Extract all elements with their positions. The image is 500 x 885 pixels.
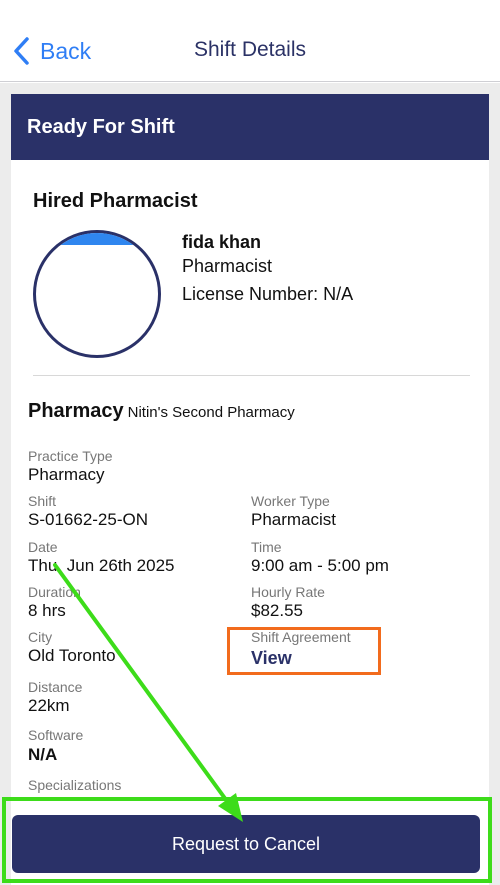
- pharmacy-heading: Pharmacy Nitin's Second Pharmacy: [28, 400, 295, 423]
- highlight-box: [227, 627, 381, 675]
- pharmacy-name: Nitin's Second Pharmacy: [127, 404, 295, 421]
- worker-type-value: Pharmacist: [251, 510, 337, 529]
- software-value: N/A: [28, 745, 58, 764]
- license-number: License Number: N/A: [182, 284, 354, 304]
- nav-bar: Back Shift Details: [0, 0, 500, 82]
- page-title: Shift Details: [193, 38, 307, 61]
- avatar-image-edge: [36, 233, 158, 245]
- pharmacist-role: Pharmacist: [182, 256, 273, 276]
- time-value: 9:00 am - 5:00 pm: [251, 556, 389, 575]
- date-label: Date: [28, 539, 58, 555]
- time-label: Time: [251, 539, 282, 555]
- city-label: City: [28, 629, 53, 645]
- practice-type-label: Practice Type: [28, 448, 113, 464]
- divider: [33, 375, 470, 376]
- pharmacy-label: Pharmacy: [28, 400, 124, 422]
- hired-section-title: Hired Pharmacist: [33, 190, 198, 212]
- avatar: [33, 230, 161, 358]
- hourly-rate-value: $82.55: [251, 601, 303, 620]
- specializations-label: Specializations: [28, 777, 122, 793]
- date-value: Thu, Jun 26th 2025: [28, 556, 175, 575]
- distance-label: Distance: [28, 679, 83, 695]
- city-value: Old Toronto: [28, 646, 116, 665]
- hourly-rate-label: Hourly Rate: [251, 584, 325, 600]
- status-banner: Ready For Shift: [11, 94, 489, 160]
- practice-type-value: Pharmacy: [28, 465, 105, 484]
- duration-label: Duration: [28, 584, 81, 600]
- distance-value: 22km: [28, 696, 70, 715]
- shift-value: S-01662-25-ON: [28, 510, 149, 529]
- software-label: Software: [28, 727, 84, 743]
- request-cancel-button[interactable]: Request to Cancel: [12, 815, 480, 873]
- worker-type-label: Worker Type: [251, 493, 330, 509]
- pharmacist-name: fida khan: [182, 232, 262, 252]
- shift-label: Shift: [28, 493, 57, 509]
- duration-value: 8 hrs: [28, 601, 66, 620]
